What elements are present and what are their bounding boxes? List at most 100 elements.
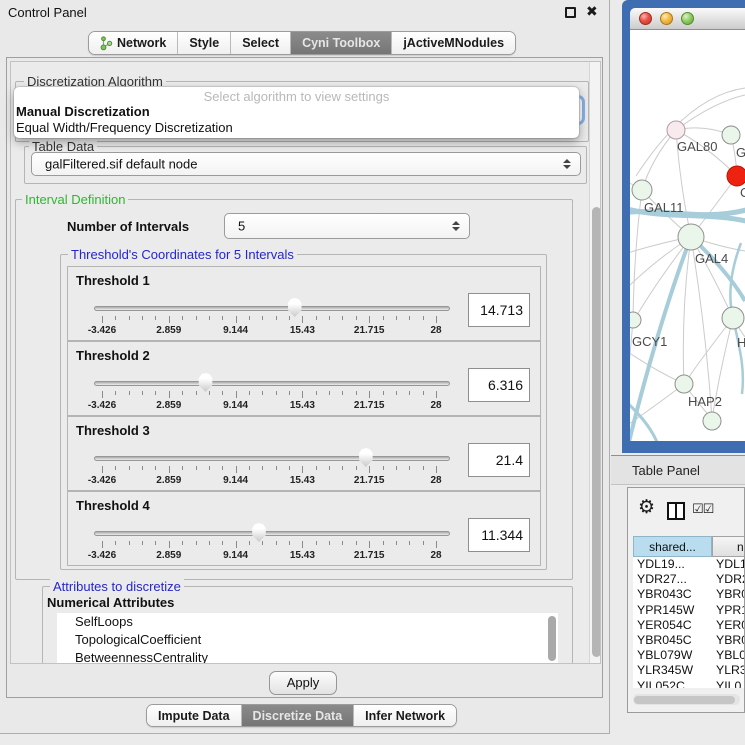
- threshold-value-field[interactable]: 21.4: [468, 443, 530, 477]
- table-row[interactable]: YER054CYER0: [633, 618, 745, 633]
- number-of-intervals-combobox[interactable]: 5: [224, 213, 470, 239]
- zoom-traffic-light-icon[interactable]: [681, 12, 694, 25]
- tab-impute-data[interactable]: Impute Data: [147, 705, 241, 726]
- control-panel-tabbar: NetworkStyleSelectCyni ToolboxjActiveMNo…: [88, 31, 516, 55]
- tab-cyni-toolbox[interactable]: Cyni Toolbox: [290, 32, 391, 54]
- column-header-name[interactable]: n: [712, 536, 745, 557]
- control-panel-title: Control Panel: [8, 5, 87, 20]
- minimize-traffic-light-icon[interactable]: [660, 12, 673, 25]
- network-node[interactable]: [632, 180, 652, 200]
- settings-viewport: Discretization Algorithm Table Data galF…: [10, 61, 601, 664]
- slider-thumb[interactable]: [250, 523, 267, 542]
- network-node[interactable]: [703, 412, 721, 430]
- settings-scrollbar-thumb[interactable]: [592, 207, 601, 657]
- attribute-list-item[interactable]: BetweennessCentrality: [57, 649, 558, 664]
- cyni-toolbox-panel: Discretization Algorithm Table Data galF…: [6, 57, 603, 698]
- threshold-label: Threshold 2: [76, 348, 150, 363]
- table-row[interactable]: YDL19...YDL1: [633, 557, 745, 572]
- threshold-label: Threshold 3: [76, 423, 150, 438]
- network-node-label: GA: [736, 145, 745, 160]
- network-node-label: H: [737, 335, 745, 350]
- threshold-value-field[interactable]: 6.316: [468, 368, 530, 402]
- table-row[interactable]: YDR27...YDR2: [633, 572, 745, 587]
- table-row[interactable]: YBR045CYBR0: [633, 633, 745, 648]
- tab-style[interactable]: Style: [177, 32, 230, 54]
- split-columns-icon[interactable]: [667, 502, 685, 520]
- threshold-value-field[interactable]: 11.344: [468, 518, 530, 552]
- numerical-attributes-label: Numerical Attributes: [47, 595, 174, 610]
- algorithm-option[interactable]: Equal Width/Frequency Discretization: [16, 120, 233, 135]
- algorithm-dropdown-popup: Select algorithm to view settings Manual…: [14, 87, 579, 138]
- threshold-panel: Threshold 2 -3.4262.8599.14415.4321.7152…: [67, 341, 541, 416]
- table-data-selected-value: galFiltered.sif default node: [45, 157, 197, 172]
- network-view-window[interactable]: GAL80GACGAL11GAL4GCY1HHAP2: [622, 0, 745, 453]
- slider-thumb[interactable]: [357, 448, 374, 467]
- control-panel-window: Control Panel ✖ NetworkStyleSelectCyni T…: [0, 0, 610, 734]
- slider-track[interactable]: [94, 531, 450, 536]
- tab-infer-network[interactable]: Infer Network: [353, 705, 456, 726]
- table-row[interactable]: YLR345WYLR3: [633, 663, 745, 678]
- cyni-mode-tabbar: Impute DataDiscretize DataInfer Network: [146, 704, 457, 727]
- tab-network[interactable]: Network: [89, 32, 177, 54]
- number-of-intervals-label: Number of Intervals: [67, 219, 189, 234]
- close-icon[interactable]: ✖: [586, 3, 598, 20]
- network-node[interactable]: [675, 375, 693, 393]
- attribute-list-item[interactable]: SelfLoops: [57, 613, 558, 631]
- numerical-attributes-list[interactable]: SelfLoopsTopologicalCoefficientBetweenne…: [57, 613, 558, 664]
- network-canvas[interactable]: GAL80GACGAL11GAL4GCY1HHAP2: [630, 30, 745, 441]
- list-scrollbar-thumb[interactable]: [548, 616, 556, 661]
- slider-track[interactable]: [94, 306, 450, 311]
- table-panel-title: Table Panel: [632, 463, 700, 478]
- algorithm-option[interactable]: Manual Discretization: [16, 104, 150, 119]
- select-columns-icon[interactable]: ☑☑: [692, 501, 713, 517]
- table-row[interactable]: YBR043CYBR0: [633, 587, 745, 602]
- apply-button[interactable]: Apply: [269, 671, 337, 695]
- network-node[interactable]: [727, 166, 745, 186]
- algorithm-placeholder-option[interactable]: Select algorithm to view settings: [14, 89, 579, 104]
- settings-scrollbar[interactable]: [589, 62, 601, 664]
- slider-track[interactable]: [94, 381, 450, 386]
- network-node-label: GAL80: [677, 139, 717, 154]
- table-row[interactable]: YPR145WYPR1: [633, 603, 745, 618]
- attributes-group-label: Attributes to discretize: [50, 579, 184, 594]
- float-window-icon[interactable]: [565, 7, 576, 18]
- table-hscrollbar[interactable]: [633, 694, 740, 705]
- thresholds-group-label: Threshold's Coordinates for 5 Intervals: [68, 247, 297, 262]
- number-of-intervals-value: 5: [238, 219, 245, 234]
- attribute-list-item[interactable]: TopologicalCoefficient: [57, 631, 558, 649]
- tab-jactivemnodules[interactable]: jActiveMNodules: [391, 32, 515, 54]
- network-icon: [100, 36, 113, 51]
- threshold-label: Threshold 1: [76, 273, 150, 288]
- tab-discretize-data[interactable]: Discretize Data: [241, 705, 354, 726]
- network-window-titlebar[interactable]: [630, 8, 745, 30]
- network-node[interactable]: [722, 126, 740, 144]
- threshold-label: Threshold 4: [76, 498, 150, 513]
- table-row[interactable]: YBL079WYBL0: [633, 648, 745, 663]
- column-header-shared[interactable]: shared...: [633, 536, 712, 557]
- table-data-combobox[interactable]: galFiltered.sif default node: [31, 152, 581, 176]
- network-node[interactable]: [678, 224, 704, 250]
- table-row[interactable]: YIL052CYIL0: [633, 679, 745, 689]
- thresholds-group: Threshold 1 -3.4262.8599.14415.4321.7152…: [60, 254, 547, 570]
- stepper-arrows-icon: [452, 221, 460, 231]
- network-node-label: GAL4: [695, 251, 728, 266]
- stepper-arrows-icon: [563, 159, 571, 169]
- slider-thumb[interactable]: [197, 373, 214, 392]
- slider-track[interactable]: [94, 456, 450, 461]
- gear-icon[interactable]: ⚙: [638, 496, 655, 519]
- close-traffic-light-icon[interactable]: [639, 12, 652, 25]
- tab-select[interactable]: Select: [230, 32, 290, 54]
- table-body[interactable]: YDL19...YDL1YDR27...YDR2YBR043CYBR0YPR14…: [633, 557, 745, 688]
- threshold-panel: Threshold 4 -3.4262.8599.14415.4321.7152…: [67, 491, 541, 566]
- network-node[interactable]: [722, 307, 744, 329]
- network-node[interactable]: [630, 312, 641, 328]
- slider-thumb[interactable]: [286, 298, 303, 317]
- table-panel-header: Table Panel: [611, 455, 745, 485]
- table-hscrollbar-thumb[interactable]: [634, 696, 735, 704]
- network-node-label: GAL11: [644, 200, 684, 215]
- threshold-value-field[interactable]: 14.713: [468, 293, 530, 327]
- network-node-label: GCY1: [632, 334, 667, 349]
- network-node[interactable]: [667, 121, 685, 139]
- network-graph[interactable]: GAL80GACGAL11GAL4GCY1HHAP2: [630, 30, 745, 441]
- network-node-label: C: [740, 185, 745, 200]
